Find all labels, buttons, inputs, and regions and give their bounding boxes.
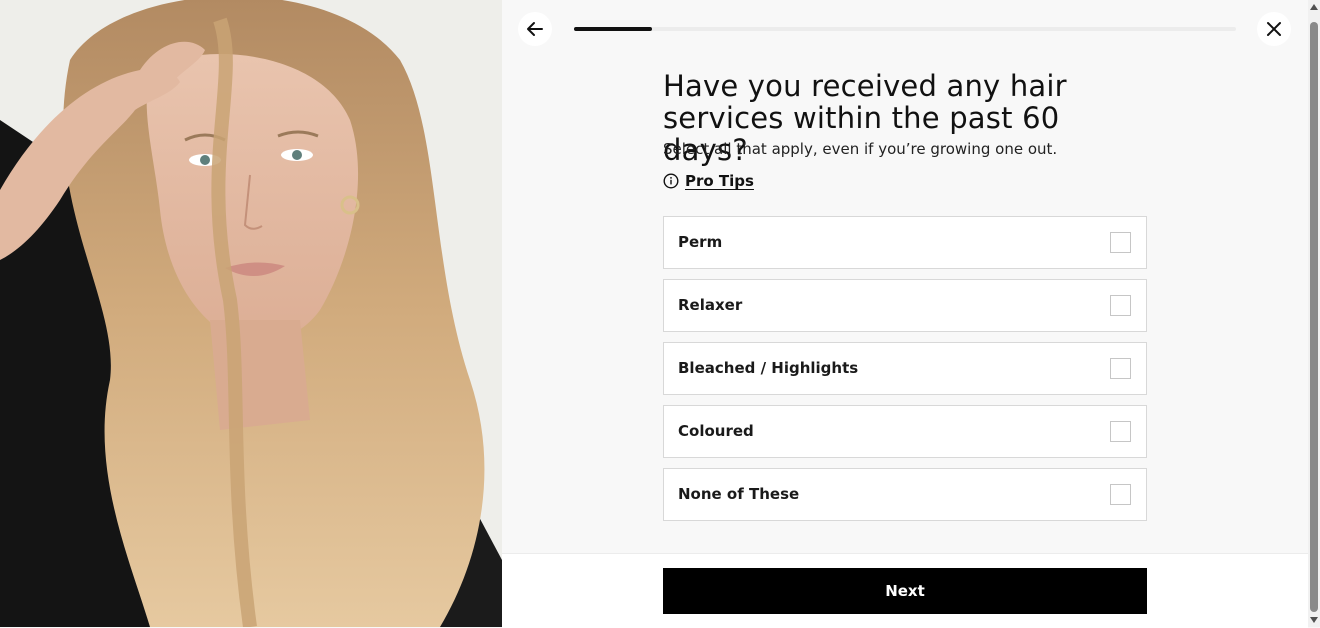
- progress-fill: [574, 27, 653, 31]
- option-bleached-highlights[interactable]: Bleached / Highlights: [663, 342, 1147, 395]
- scrollbar[interactable]: [1308, 0, 1320, 627]
- option-coloured[interactable]: Coloured: [663, 405, 1147, 458]
- option-checkbox[interactable]: [1110, 484, 1131, 505]
- pro-tips-label: Pro Tips: [685, 172, 754, 190]
- option-label: Coloured: [678, 422, 754, 440]
- pro-tips-link[interactable]: Pro Tips: [663, 172, 754, 190]
- option-checkbox[interactable]: [1110, 295, 1131, 316]
- option-checkbox[interactable]: [1110, 358, 1131, 379]
- option-label: None of These: [678, 485, 800, 503]
- hero-image: [0, 0, 502, 627]
- option-label: Perm: [678, 233, 723, 251]
- close-icon: [1267, 22, 1281, 36]
- options-list: Perm Relaxer Bleached / Highlights Colou…: [663, 216, 1147, 531]
- option-checkbox[interactable]: [1110, 232, 1131, 253]
- option-checkbox[interactable]: [1110, 421, 1131, 442]
- next-button[interactable]: Next: [663, 568, 1147, 614]
- footer-bar: Next: [502, 553, 1308, 628]
- progress-bar: [574, 27, 1236, 31]
- option-label: Bleached / Highlights: [678, 359, 859, 377]
- question-subtitle: Select all that apply, even if you’re gr…: [663, 140, 1058, 158]
- back-button[interactable]: [518, 12, 552, 46]
- scroll-up-arrow-icon[interactable]: [1309, 2, 1319, 12]
- quiz-panel: Have you received any hair services with…: [502, 0, 1308, 628]
- option-relaxer[interactable]: Relaxer: [663, 279, 1147, 332]
- arrow-left-icon: [527, 22, 543, 36]
- option-none-of-these[interactable]: None of These: [663, 468, 1147, 521]
- option-perm[interactable]: Perm: [663, 216, 1147, 269]
- close-button[interactable]: [1257, 12, 1291, 46]
- info-icon: [663, 173, 679, 189]
- hero-illustration: [0, 0, 502, 627]
- scrollbar-thumb[interactable]: [1310, 22, 1318, 612]
- option-label: Relaxer: [678, 296, 743, 314]
- scroll-down-arrow-icon[interactable]: [1309, 615, 1319, 625]
